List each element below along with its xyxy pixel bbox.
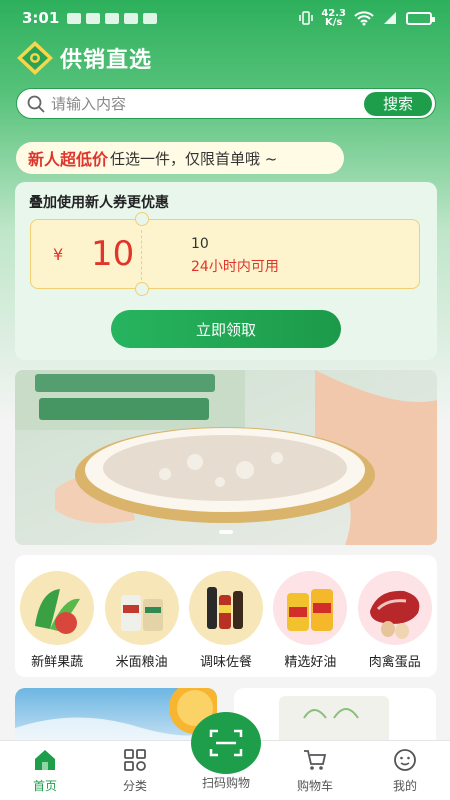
- coupon-amount: 10: [91, 234, 135, 274]
- ticket-divider: [141, 230, 142, 280]
- rice-flour-image: [104, 571, 179, 645]
- coupon-ticket: ¥ 10 10 24小时内可用: [30, 212, 420, 296]
- product-card-image[interactable]: [15, 688, 217, 748]
- cart-icon: [304, 750, 327, 770]
- category-label: 新鲜果蔬: [31, 655, 84, 670]
- coupon-currency: ¥: [53, 245, 64, 264]
- wifi-icon: [354, 11, 374, 26]
- product-card-image[interactable]: [234, 688, 436, 748]
- network-speed-unit: K/s: [324, 17, 343, 28]
- notification-icon: [105, 12, 120, 24]
- ticket-notch: [135, 282, 149, 296]
- brand-header: 供销直选: [16, 40, 152, 76]
- status-bar: 3:01 42.3 K/s: [0, 0, 450, 36]
- coupon-condition: 10: [191, 236, 209, 252]
- signal-icon: [384, 12, 396, 24]
- promo-highlight: 新人超低价: [28, 150, 109, 169]
- network-speed: 42.3 K/s: [321, 9, 346, 28]
- promo-text: 任选一件，仅限首单哦 ~: [110, 149, 278, 168]
- category-item[interactable]: 新鲜果蔬: [17, 571, 97, 677]
- category-shortcuts: 新鲜果蔬 米面粮油 调味佐餐 精选好油 肉禽蛋品: [15, 555, 437, 677]
- search-icon: [27, 95, 45, 113]
- notification-icon: [143, 12, 158, 24]
- tab-mine-label: 我的: [392, 779, 417, 793]
- search-button[interactable]: 搜索: [364, 91, 432, 116]
- category-item[interactable]: 精选好油: [270, 571, 350, 677]
- hero-banner-image[interactable]: [15, 370, 437, 545]
- grid-icon: [124, 749, 146, 771]
- vibrate-icon: [299, 11, 314, 25]
- notification-icon: [124, 12, 139, 24]
- meat-eggs-image: [357, 571, 432, 645]
- category-item[interactable]: 调味佐餐: [186, 571, 266, 677]
- new-user-promo-banner[interactable]: 新人超低价 任选一件，仅限首单哦 ~: [16, 142, 344, 174]
- notification-icon: [67, 12, 82, 24]
- category-item[interactable]: 米面粮油: [102, 571, 182, 677]
- scan-shopping-button[interactable]: [191, 712, 261, 774]
- tab-category-label: 分类: [122, 779, 147, 793]
- search-input[interactable]: 请输入内容: [51, 93, 364, 114]
- status-time: 3:01: [22, 9, 60, 27]
- tab-home-label: 首页: [32, 779, 57, 793]
- category-label: 调味佐餐: [199, 655, 252, 670]
- category-label: 米面粮油: [115, 655, 168, 670]
- coupon-card-title: 叠加使用新人券更优惠: [29, 195, 169, 211]
- cooking-oil-image: [273, 571, 348, 645]
- notification-icons: [67, 12, 158, 24]
- vegetables-image: [20, 571, 95, 645]
- tab-category[interactable]: 分类: [100, 747, 170, 794]
- brand-logo-icon: [17, 41, 53, 75]
- search-bar[interactable]: 请输入内容 搜索: [16, 88, 436, 119]
- scan-icon: [209, 729, 243, 757]
- ticket-notch: [135, 212, 149, 226]
- tab-scan-label[interactable]: 扫码购物: [190, 774, 262, 791]
- seasoning-image: [188, 571, 263, 645]
- notification-icon: [86, 12, 101, 24]
- battery-icon: [406, 11, 435, 25]
- tab-home[interactable]: 首页: [10, 747, 80, 794]
- claim-coupon-button[interactable]: 立即领取: [111, 310, 341, 348]
- coupon-validity: 24小时内可用: [191, 259, 279, 275]
- new-user-coupon-card: 叠加使用新人券更优惠 ¥ 10 10 24小时内可用 立即领取: [15, 182, 437, 360]
- tab-mine[interactable]: 我的: [370, 747, 440, 794]
- profile-face-icon: [394, 749, 416, 771]
- tab-cart[interactable]: 购物车: [280, 747, 350, 794]
- category-item[interactable]: 肉禽蛋品: [355, 571, 435, 677]
- home-icon: [35, 750, 55, 770]
- category-label: 肉禽蛋品: [368, 655, 421, 670]
- tab-cart-label: 购物车: [296, 779, 333, 793]
- category-label: 精选好油: [284, 655, 337, 670]
- brand-name: 供销直选: [60, 48, 153, 73]
